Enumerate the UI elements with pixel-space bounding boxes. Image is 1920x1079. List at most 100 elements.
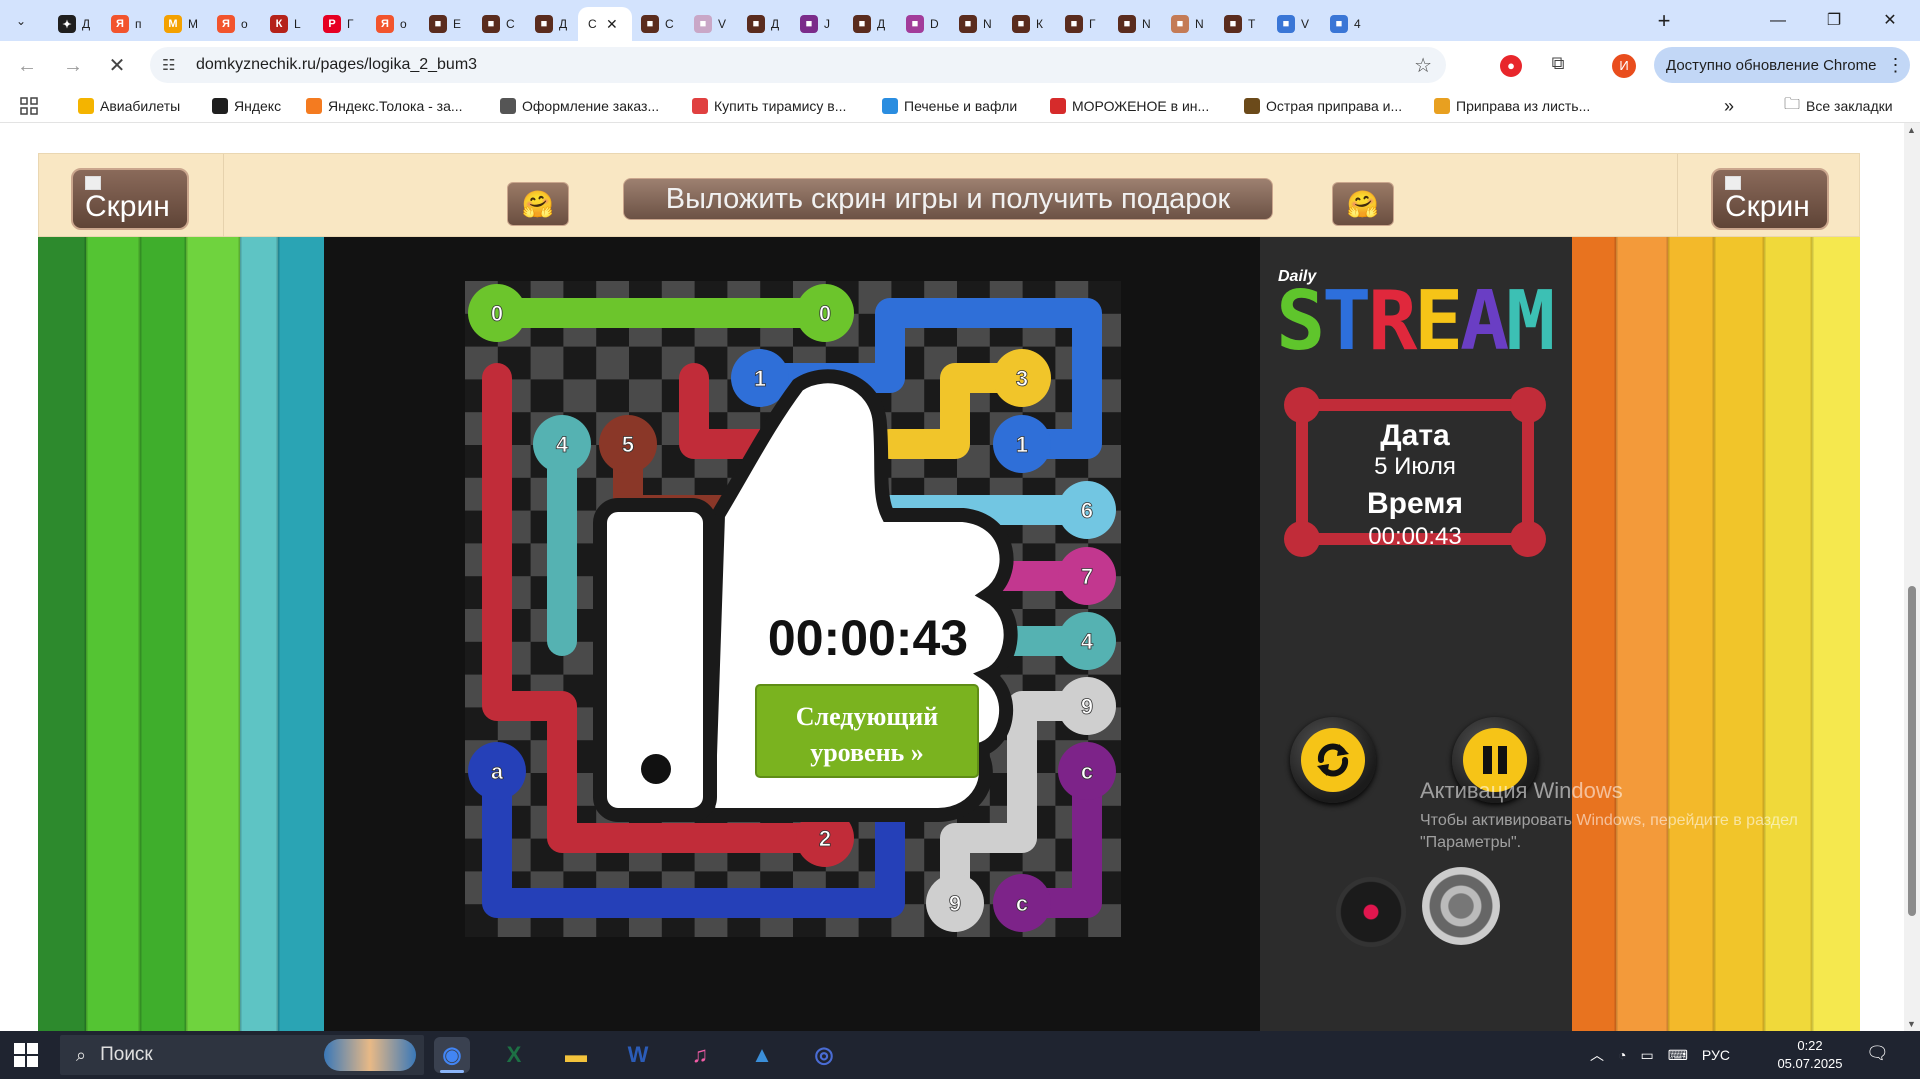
site-info-icon[interactable]: ☷ (162, 56, 182, 74)
tab[interactable]: ■ С (631, 7, 682, 41)
taskbar-app-media-icon[interactable]: ◎ (806, 1037, 842, 1073)
tab[interactable]: ■ Е (419, 7, 470, 41)
record-icon[interactable] (1336, 877, 1406, 947)
taskbar-app-explorer-icon[interactable]: ▬ (558, 1037, 594, 1073)
taskbar-app-word-icon[interactable]: W (620, 1037, 656, 1073)
new-tab-button[interactable]: + (1652, 10, 1676, 34)
network-icon[interactable]: ◔ (1618, 1047, 1626, 1063)
profile-avatar[interactable]: И (1612, 54, 1636, 78)
tab[interactable]: ММ (154, 7, 205, 41)
tab[interactable]: Яп (101, 7, 152, 41)
hug-emoji-right-icon[interactable]: 🤗 (1332, 182, 1394, 226)
windows-start-icon[interactable] (14, 1043, 38, 1067)
apps-grid-icon[interactable] (20, 96, 38, 116)
taskbar-app-photos-icon[interactable]: ▲ (744, 1037, 780, 1073)
close-tab-icon[interactable]: ✕ (606, 16, 618, 33)
next-level-line1: Следующий (796, 702, 939, 731)
tab[interactable]: ■ V (684, 7, 735, 41)
notifications-icon[interactable]: 🗨 (1866, 1043, 1890, 1067)
tab[interactable]: ■ Д (525, 7, 576, 41)
tab[interactable]: ■ J (790, 7, 841, 41)
date-time-box: Дата 5 Июля Время 00:00:43 (1284, 387, 1546, 557)
scroll-down-icon[interactable]: ▼ (1907, 1019, 1916, 1029)
stop-loading-icon[interactable]: ✕ (102, 51, 132, 81)
tab[interactable]: Яо (366, 7, 417, 41)
bookmark-item[interactable]: Авиабилеты (78, 96, 180, 116)
forward-arrow-icon[interactable]: → (58, 51, 88, 81)
bookmark-item[interactable]: МОРОЖЕНОЕ в ин... (1050, 96, 1209, 116)
tab[interactable]: Яо (207, 7, 258, 41)
date-label: Дата (1380, 419, 1450, 452)
next-level-button[interactable]: Следующий уровень » (755, 684, 979, 778)
adblock-extension-icon[interactable]: ● (1500, 55, 1522, 77)
logo-letter: S (1276, 274, 1325, 357)
tab[interactable]: КL (260, 7, 311, 41)
keyboard-icon[interactable]: ⌨ (1668, 1047, 1688, 1064)
page-scrollbar[interactable]: ▲ ▼ (1904, 123, 1920, 1031)
tab[interactable]: ■ V (1267, 7, 1318, 41)
taskbar-app-chrome-icon[interactable]: ◉ (434, 1037, 470, 1073)
tab[interactable]: ■ Д (737, 7, 788, 41)
tab-active[interactable]: С ✕ (578, 7, 632, 41)
tab[interactable]: ■ 4 (1320, 7, 1371, 41)
scroll-thumb[interactable] (1908, 586, 1916, 916)
tab[interactable]: ■ С (472, 7, 523, 41)
tab[interactable]: ■ Г (1055, 7, 1106, 41)
date-value: 5 Июля (1374, 453, 1456, 480)
screenshot-button-right[interactable]: Скрин (1711, 168, 1829, 230)
bookmark-favicon-icon (212, 98, 228, 114)
tab-search-chevron-icon[interactable]: ⌄ (8, 8, 34, 34)
url-text[interactable]: domkyznechik.ru/pages/logika_2_bum3 (196, 56, 477, 74)
endpoint-label: c (1016, 891, 1028, 916)
bookmarks-more-button[interactable]: » (1724, 96, 1734, 116)
bookmark-item[interactable]: Острая приправа и... (1244, 96, 1402, 116)
tab-title: V (1301, 17, 1310, 31)
maximize-button[interactable]: ❐ (1812, 8, 1856, 34)
scroll-up-icon[interactable]: ▲ (1907, 125, 1916, 135)
restart-button[interactable] (1290, 717, 1376, 803)
bookmark-item[interactable]: Купить тирамису в... (692, 96, 846, 116)
tab-favicon-icon: ■ (1118, 15, 1136, 33)
bookmark-item[interactable]: Приправа из листь... (1434, 96, 1590, 116)
tab[interactable]: ■ N (949, 7, 1000, 41)
bookmark-item[interactable]: Яндекс (212, 96, 281, 116)
bookmark-star-icon[interactable]: ☆ (1414, 53, 1432, 78)
hug-emoji-left-icon[interactable]: 🤗 (507, 182, 569, 226)
address-bar[interactable]: ☷ domkyznechik.ru/pages/logika_2_bum3 ☆ (150, 47, 1446, 83)
bookmark-item[interactable]: Яндекс.Толока - за... (306, 96, 463, 116)
tab-favicon-icon: ■ (482, 15, 500, 33)
update-label: Доступно обновление Chrome (1666, 56, 1877, 74)
back-arrow-icon[interactable]: ← (12, 51, 42, 81)
taskbar-app-glyph: W (627, 1042, 649, 1067)
tray-chevron-icon[interactable]: ︿ (1590, 1045, 1604, 1065)
share-screenshot-button[interactable]: Выложить скрин игры и получить подарок (623, 178, 1273, 220)
taskbar-clock[interactable]: 0:22 05.07.2025 (1770, 1037, 1850, 1073)
tab[interactable]: ■ К (1002, 7, 1053, 41)
screenshot-button-left[interactable]: Скрин (71, 168, 189, 230)
sound-speaker-icon[interactable] (1422, 867, 1500, 945)
tab[interactable]: ■ Т (1214, 7, 1265, 41)
taskbar-app-itunes-icon[interactable]: ♫ (682, 1037, 718, 1073)
taskbar-app-glyph: ◉ (442, 1042, 462, 1067)
close-window-button[interactable]: ✕ (1868, 8, 1912, 34)
tab[interactable]: ■ Д (843, 7, 894, 41)
tab[interactable]: PГ (313, 7, 364, 41)
tab[interactable]: ■ N (1108, 7, 1159, 41)
taskbar-search[interactable]: ⌕ Поиск (60, 1035, 424, 1075)
chrome-update-button[interactable]: Доступно обновление Chrome ⋮ (1654, 47, 1910, 83)
bookmark-item[interactable]: Оформление заказ... (500, 96, 659, 116)
bookmark-item[interactable]: Печенье и вафли (882, 96, 1017, 116)
taskbar-app-excel-icon[interactable]: X (496, 1037, 532, 1073)
language-indicator[interactable]: РУС (1702, 1047, 1730, 1063)
minimize-button[interactable]: — (1756, 8, 1800, 34)
all-bookmarks-button[interactable]: 🗀 Все закладки (1784, 96, 1893, 116)
tab-favicon-icon: ■ (694, 15, 712, 33)
tab[interactable]: ■ D (896, 7, 947, 41)
extensions-puzzle-icon[interactable]: ⧉ (1546, 53, 1570, 77)
search-highlight-image (324, 1039, 416, 1071)
clock-date: 05.07.2025 (1777, 1056, 1843, 1071)
tab[interactable]: ■ N (1161, 7, 1212, 41)
battery-icon[interactable]: ▭ (1640, 1047, 1653, 1064)
logo-letter: T (1322, 274, 1371, 357)
tab[interactable]: ✦ Д (48, 7, 99, 41)
